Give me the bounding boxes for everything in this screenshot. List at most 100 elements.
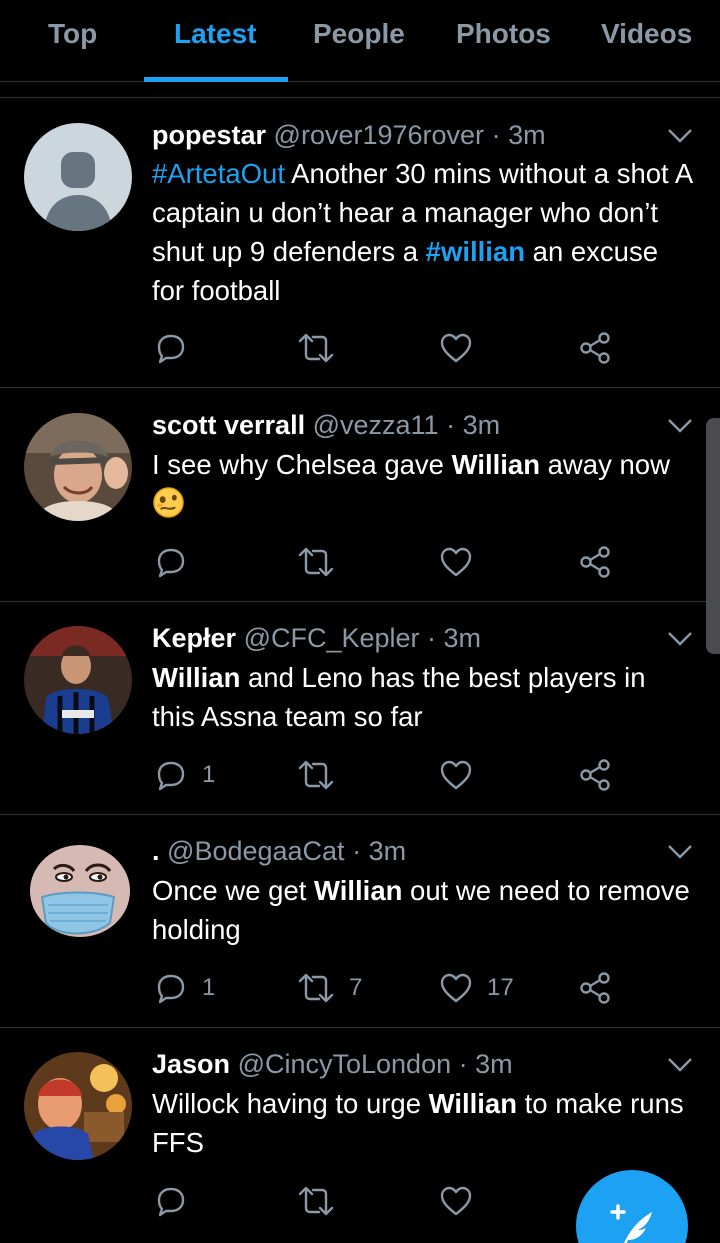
tweet-time: 3m xyxy=(508,120,546,150)
share-button[interactable] xyxy=(577,968,615,1008)
avatar[interactable] xyxy=(24,839,132,947)
avatar[interactable] xyxy=(24,1052,132,1160)
retweet-button[interactable]: 7 xyxy=(295,968,362,1008)
tweet-header: popestar @rover1976rover · 3m xyxy=(152,120,546,150)
retweet-icon xyxy=(298,333,334,363)
tweet-text-part: Willock having to urge xyxy=(152,1088,429,1119)
tweet-item[interactable]: scott verrall @vezza11 · 3m I see why Ch… xyxy=(0,389,720,602)
retweet-icon xyxy=(298,973,334,1003)
chevron-down-icon[interactable] xyxy=(666,416,694,436)
woozy-face-emoji-icon xyxy=(153,487,184,518)
cartoon-face-icon xyxy=(24,839,132,947)
reply-button[interactable] xyxy=(152,1181,190,1221)
reply-icon xyxy=(157,334,185,364)
reply-count: 1 xyxy=(202,974,216,1001)
tweet-text: Willock having to urge Willian to make r… xyxy=(152,1084,692,1162)
tweet-header: . @BodegaaCat · 3m xyxy=(152,836,407,866)
heart-icon xyxy=(440,1186,472,1216)
reply-icon xyxy=(157,761,185,791)
heart-icon xyxy=(440,973,472,1003)
tweet-text-part: I see why Chelsea gave xyxy=(152,449,452,480)
user-handle: @CincyToLondon xyxy=(237,1049,452,1079)
avatar[interactable] xyxy=(24,413,132,521)
tweet-header: Jason @CincyToLondon · 3m xyxy=(152,1049,513,1079)
retweet-count: 7 xyxy=(349,974,363,1001)
heart-icon xyxy=(440,333,472,363)
like-button[interactable] xyxy=(437,328,475,368)
tweet-item[interactable]: Kepłer @CFC_Kepler · 3m Willian and Leno… xyxy=(0,602,720,815)
compose-tweet-icon xyxy=(610,1204,652,1243)
tweet-text: Willian and Leno has the best players in… xyxy=(152,658,692,736)
tab-people[interactable]: People xyxy=(313,18,405,50)
tweet-header: Kepłer @CFC_Kepler · 3m xyxy=(152,623,482,653)
user-handle: @CFC_Kepler xyxy=(243,623,420,653)
retweet-button[interactable] xyxy=(295,542,337,582)
user-handle: @BodegaaCat xyxy=(167,836,345,866)
highlighted-keyword: Willian xyxy=(152,662,241,693)
tweet-item[interactable]: popestar @rover1976rover · 3m #ArtetaOut… xyxy=(0,98,720,388)
reply-button[interactable]: 1 xyxy=(152,755,215,795)
tweet-time: 3m xyxy=(462,410,501,440)
chevron-down-icon[interactable] xyxy=(666,842,694,862)
avatar[interactable] xyxy=(24,626,132,734)
search-tabs: Top Latest People Photos Videos xyxy=(0,0,720,82)
retweet-button[interactable] xyxy=(295,328,337,368)
retweet-button[interactable] xyxy=(295,1181,337,1221)
hashtag[interactable]: #ArtetaOut xyxy=(152,158,285,189)
user-name[interactable]: Kepłer xyxy=(152,623,236,653)
share-button[interactable] xyxy=(577,542,615,582)
like-count: 17 xyxy=(487,974,514,1001)
reply-icon xyxy=(157,974,185,1004)
tweet-text: I see why Chelsea gave Willian away now xyxy=(152,445,692,523)
edge-scroll-handle[interactable] xyxy=(706,418,720,654)
share-button[interactable] xyxy=(577,755,615,795)
like-button[interactable] xyxy=(437,542,475,582)
like-button[interactable]: 17 xyxy=(437,968,514,1008)
tweet-time: 3m xyxy=(443,623,482,653)
tweet-text-part: Once we get xyxy=(152,875,315,906)
user-handle: @vezza11 xyxy=(312,410,439,440)
highlighted-keyword: Willian xyxy=(428,1088,518,1119)
tab-videos[interactable]: Videos xyxy=(601,18,692,50)
reply-button[interactable] xyxy=(152,542,190,582)
share-icon xyxy=(580,972,610,1004)
retweet-button[interactable] xyxy=(295,755,337,795)
like-button[interactable] xyxy=(437,755,475,795)
highlighted-keyword: Willian xyxy=(314,875,403,906)
tweet-header: scott verrall @vezza11 · 3m xyxy=(152,410,501,440)
user-name[interactable]: popestar xyxy=(152,120,266,150)
chevron-down-icon[interactable] xyxy=(666,629,694,649)
chevron-down-icon[interactable] xyxy=(666,1055,694,1075)
profile-photo-icon xyxy=(24,1052,132,1160)
user-name[interactable]: . xyxy=(152,836,160,866)
tweet-time: 3m xyxy=(368,836,407,866)
active-tab-indicator xyxy=(144,77,288,82)
share-button[interactable] xyxy=(577,328,615,368)
user-name[interactable]: scott verrall xyxy=(152,410,305,440)
like-button[interactable] xyxy=(437,1181,475,1221)
tab-photos[interactable]: Photos xyxy=(456,18,551,50)
tweet-item[interactable]: . @BodegaaCat · 3m Once we get Willian o… xyxy=(0,815,720,1028)
reply-count: 1 xyxy=(202,761,216,788)
tweet-text-part: away now xyxy=(540,449,670,480)
heart-icon xyxy=(440,547,472,577)
tweet-time: 3m xyxy=(475,1049,513,1079)
highlighted-keyword: Willian xyxy=(451,449,540,480)
profile-photo-icon xyxy=(24,413,132,521)
user-name[interactable]: Jason xyxy=(152,1049,230,1079)
avatar[interactable] xyxy=(24,123,132,231)
profile-photo-icon xyxy=(24,626,132,734)
share-icon xyxy=(580,546,610,578)
tab-latest[interactable]: Latest xyxy=(174,18,256,50)
retweet-icon xyxy=(298,547,334,577)
reply-icon xyxy=(157,548,185,578)
reply-button[interactable]: 1 xyxy=(152,968,215,1008)
tab-top[interactable]: Top xyxy=(48,18,97,50)
tweet-actions xyxy=(152,542,672,582)
tweet-text: Once we get Willian out we need to remov… xyxy=(152,871,692,949)
retweet-icon xyxy=(298,1186,334,1216)
reply-button[interactable] xyxy=(152,328,190,368)
heart-icon xyxy=(440,760,472,790)
chevron-down-icon[interactable] xyxy=(666,126,694,146)
hashtag[interactable]: #willian xyxy=(426,236,525,267)
